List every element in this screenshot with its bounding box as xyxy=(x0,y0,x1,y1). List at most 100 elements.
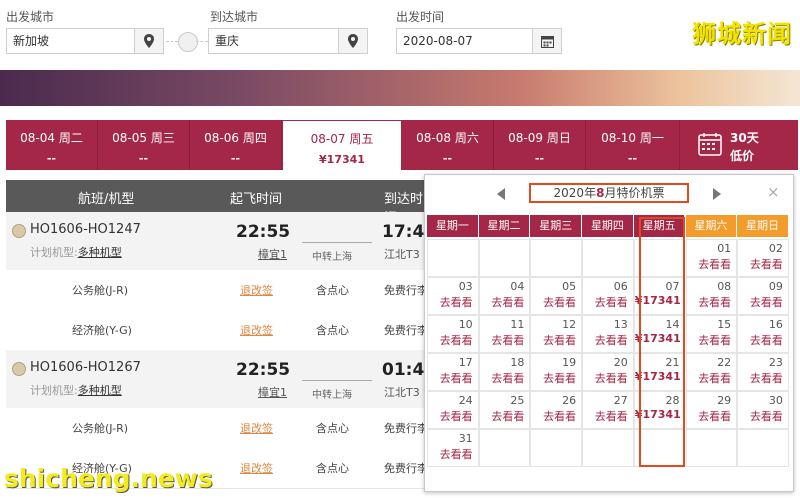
meal-info: 含点心 xyxy=(316,324,349,337)
flight-row[interactable]: HO1606-HO1247 计划机型:多种机型 22:55 樟宜1 中转上海 17:40 江… xyxy=(6,212,436,270)
calendar-day-31[interactable]: 31 去看看 xyxy=(427,429,479,467)
swap-cities-button[interactable] xyxy=(178,32,198,52)
aircraft-type-link[interactable]: 多种机型 xyxy=(78,246,122,259)
day-number: 13 xyxy=(613,318,628,331)
calendar-day-10[interactable]: 10 去看看 xyxy=(427,315,479,353)
airline-logo-icon xyxy=(12,362,26,376)
calendar-day-02[interactable]: 02 去看看 xyxy=(737,239,789,277)
calendar-day-06[interactable]: 06 去看看 xyxy=(582,277,634,315)
calendar-day-29[interactable]: 29 去看看 xyxy=(685,391,738,429)
day-number: 06 xyxy=(613,280,628,293)
date-label: 出发时间 xyxy=(396,10,445,24)
calendar-day-18[interactable]: 18 去看看 xyxy=(478,353,531,391)
refund-change-link[interactable]: 退改签 xyxy=(240,420,273,436)
meal-info: 含点心 xyxy=(316,284,349,297)
calendar-day-08[interactable]: 08 去看看 xyxy=(685,277,738,315)
to-location-button[interactable] xyxy=(338,28,368,54)
calendar-day-17[interactable]: 17 去看看 xyxy=(427,353,479,391)
date-tab-08-06[interactable]: 08-06 周四 -- xyxy=(190,120,282,170)
date-tab-08-07[interactable]: 08-07 周五 ¥17341 xyxy=(282,120,402,170)
calendar-day-26[interactable]: 26 去看看 xyxy=(530,391,583,429)
prev-month-icon[interactable] xyxy=(497,188,505,200)
calendar-day-20[interactable]: 20 去看看 xyxy=(582,353,634,391)
header-depart: 起飞时间 xyxy=(230,192,283,207)
calendar-day-15[interactable]: 15 去看看 xyxy=(685,315,738,353)
date-tab-label: 08-10 周一 xyxy=(601,131,664,145)
from-city-input[interactable]: 新加坡 xyxy=(6,28,136,54)
calendar-icon xyxy=(540,35,554,48)
refund-change-link[interactable]: 退改签 xyxy=(240,282,273,298)
day-number: 25 xyxy=(510,394,525,407)
day-number: 01 xyxy=(717,242,732,255)
calendar-day-19[interactable]: 19 去看看 xyxy=(530,353,583,391)
baggage-info: 免费行李 xyxy=(384,462,428,475)
arrive-airport: 江北T3 xyxy=(384,386,420,399)
day-number: 27 xyxy=(613,394,628,407)
meal-info: 含点心 xyxy=(316,422,349,435)
calendar-day-01[interactable]: 01 去看看 xyxy=(685,239,738,277)
calendar-button[interactable] xyxy=(532,28,562,54)
date-tab-08-05[interactable]: 08-05 周三 -- xyxy=(98,120,190,170)
day-number: 09 xyxy=(768,280,783,293)
cabin-class: 公务舱(J-R) xyxy=(72,284,129,297)
day-number: 11 xyxy=(510,318,525,331)
calendar-day-11[interactable]: 11 去看看 xyxy=(478,315,531,353)
calendar-day-12[interactable]: 12 去看看 xyxy=(530,315,583,353)
day-number: 16 xyxy=(768,318,783,331)
weekday-header: 星期六 xyxy=(685,215,738,237)
day-link: 去看看 xyxy=(543,334,577,347)
calendar-day-04[interactable]: 04 去看看 xyxy=(478,277,531,315)
flight-row[interactable]: HO1606-HO1267 计划机型:多种机型 22:55 樟宜1 中转上海 01:40 江… xyxy=(6,350,436,408)
calendar-day-09[interactable]: 09 去看看 xyxy=(737,277,789,315)
tab-30-line1: 30天 xyxy=(730,131,759,145)
day-number: 12 xyxy=(562,318,577,331)
date-tab-08-08[interactable]: 08-08 周六 -- xyxy=(402,120,494,170)
day-link: 去看看 xyxy=(698,258,732,271)
date-tab-08-04[interactable]: 08-04 周二 -- xyxy=(6,120,98,170)
calendar-day-24[interactable]: 24 去看看 xyxy=(427,391,479,429)
weekday-header: 星期一 xyxy=(427,215,479,237)
cabin-row: 公务舱(J-R) 退改签 含点心 免费行李 xyxy=(6,408,428,449)
to-city-input[interactable]: 重庆 xyxy=(208,28,340,54)
baggage-info: 免费行李 xyxy=(384,324,428,337)
swap-connector xyxy=(166,41,178,42)
close-icon[interactable]: × xyxy=(767,183,780,201)
day-number: 18 xyxy=(510,356,525,369)
from-location-button[interactable] xyxy=(134,28,164,54)
tab-30-day-low-price[interactable]: 30天 低价 xyxy=(680,120,798,170)
depart-airport[interactable]: 樟宜1 xyxy=(258,384,287,400)
calendar-day-25[interactable]: 25 去看看 xyxy=(478,391,531,429)
calendar-day-27[interactable]: 27 去看看 xyxy=(582,391,634,429)
to-label: 到达城市 xyxy=(210,10,259,24)
refund-change-link[interactable]: 退改签 xyxy=(240,460,273,476)
map-pin-icon xyxy=(144,34,154,48)
day-link: 去看看 xyxy=(749,372,783,385)
day-number: 05 xyxy=(562,280,577,293)
depart-airport[interactable]: 樟宜1 xyxy=(258,246,287,262)
date-tab-label: 08-08 周六 xyxy=(416,131,479,145)
calendar-day-03[interactable]: 03 去看看 xyxy=(427,277,479,315)
day-link: 去看看 xyxy=(749,258,783,271)
cabin-class: 公务舱(J-R) xyxy=(72,422,129,435)
arrive-airport: 江北T3 xyxy=(384,248,420,261)
calendar-empty-cell xyxy=(530,429,583,467)
date-tab-08-10[interactable]: 08-10 周一 -- xyxy=(586,120,680,170)
calendar-day-13[interactable]: 13 去看看 xyxy=(582,315,634,353)
day-link: 去看看 xyxy=(543,296,577,309)
calendar-day-22[interactable]: 22 去看看 xyxy=(685,353,738,391)
date-tab-label: 08-06 周四 xyxy=(204,131,267,145)
flight-number: HO1606-HO1267 xyxy=(30,360,141,375)
calendar-day-05[interactable]: 05 去看看 xyxy=(530,277,583,315)
weekday-header: 星期日 xyxy=(737,215,789,237)
aircraft-type: 计划机型:多种机型 xyxy=(30,246,122,259)
next-month-icon[interactable] xyxy=(713,188,721,200)
depart-date-input[interactable]: 2020-08-07 xyxy=(396,28,534,54)
calendar-day-30[interactable]: 30 去看看 xyxy=(737,391,789,429)
date-tab-price: -- xyxy=(138,152,149,165)
aircraft-type-link[interactable]: 多种机型 xyxy=(78,384,122,397)
date-tab-08-09[interactable]: 08-09 周日 -- xyxy=(494,120,586,170)
refund-change-link[interactable]: 退改签 xyxy=(240,322,273,338)
calendar-day-16[interactable]: 16 去看看 xyxy=(737,315,789,353)
calendar-day-23[interactable]: 23 去看看 xyxy=(737,353,789,391)
depart-time: 22:55 xyxy=(236,222,291,242)
